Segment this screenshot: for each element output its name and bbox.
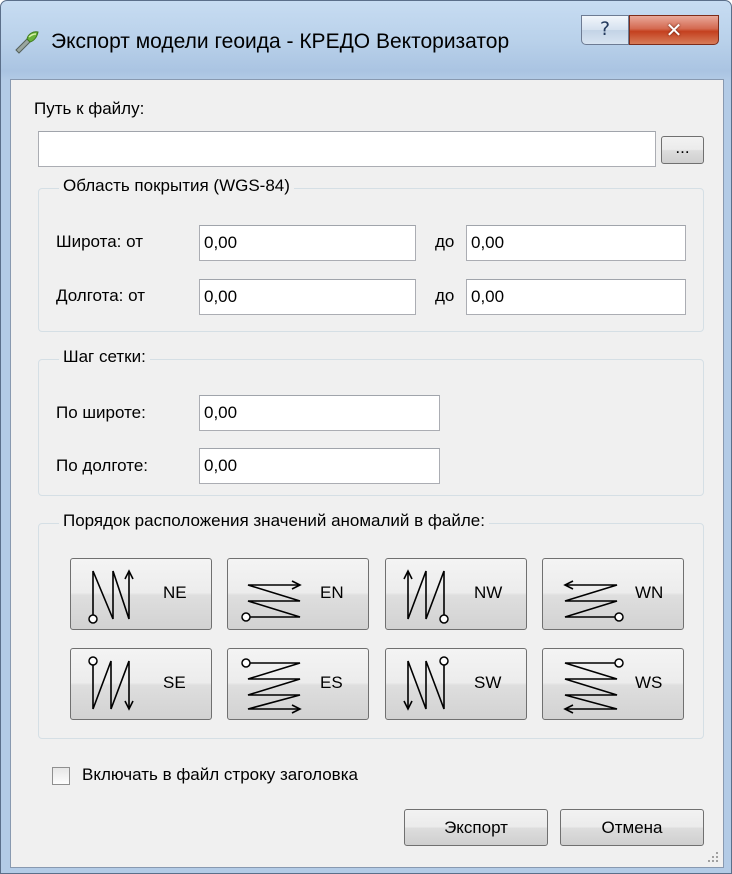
order-es-button[interactable]: ES bbox=[227, 648, 369, 720]
order-se-label: SE bbox=[163, 673, 186, 692]
order-sw-label: SW bbox=[474, 673, 502, 692]
order-en-label: EN bbox=[320, 583, 344, 602]
latitude-to-input[interactable]: 0,00 bbox=[466, 225, 686, 261]
zigzag-horizontal-start-bottom-left-icon bbox=[241, 580, 302, 622]
order-sw-button[interactable]: SW bbox=[385, 648, 527, 720]
cancel-button[interactable]: Отмена bbox=[560, 809, 704, 846]
order-en-button[interactable]: EN bbox=[227, 558, 369, 630]
order-ws-label: WS bbox=[635, 673, 663, 692]
grid-longitude-label: По долготе: bbox=[56, 456, 148, 475]
zigzag-vertical-start-top-left-icon bbox=[88, 656, 134, 711]
zigzag-vertical-start-top-right-icon bbox=[403, 656, 449, 711]
zigzag-horizontal-start-top-right-icon bbox=[563, 658, 624, 714]
close-icon: ✕ bbox=[665, 18, 683, 42]
longitude-to-label: до bbox=[435, 286, 455, 305]
order-nw-label: NW bbox=[474, 583, 503, 602]
resize-grip-icon[interactable] bbox=[705, 849, 719, 863]
grid-latitude-label: По широте: bbox=[56, 403, 146, 422]
longitude-from-input[interactable]: 0,00 bbox=[199, 279, 416, 315]
help-button[interactable]: ? bbox=[581, 15, 629, 45]
zigzag-horizontal-start-bottom-right-icon bbox=[563, 580, 624, 622]
longitude-from-label: Долгота: от bbox=[56, 286, 145, 305]
title-bar[interactable]: Экспорт модели геоида - КРЕДО Векторизат… bbox=[1, 1, 731, 79]
order-ne-label: NE bbox=[163, 583, 187, 602]
order-wn-button[interactable]: WN bbox=[542, 558, 684, 630]
grid-latitude-input[interactable]: 0,00 bbox=[199, 395, 440, 431]
dialog-client-area: Путь к файлу: ... Область покрытия (WGS-… bbox=[10, 79, 724, 868]
order-ws-button[interactable]: WS bbox=[542, 648, 684, 720]
longitude-to-input[interactable]: 0,00 bbox=[466, 279, 686, 315]
order-nw-button[interactable]: NW bbox=[385, 558, 527, 630]
close-button[interactable]: ✕ bbox=[629, 15, 719, 45]
latitude-from-label: Широта: от bbox=[56, 232, 143, 251]
export-button[interactable]: Экспорт bbox=[404, 809, 548, 846]
help-icon: ? bbox=[599, 18, 611, 40]
coverage-group-title: Область покрытия (WGS-84) bbox=[59, 176, 294, 196]
latitude-to-label: до bbox=[435, 232, 455, 251]
order-group-title: Порядок расположения значений аномалий в… bbox=[59, 511, 489, 531]
zigzag-vertical-start-bottom-left-icon bbox=[88, 569, 134, 624]
include-header-label[interactable]: Включать в файл строку заголовка bbox=[82, 765, 358, 785]
zigzag-horizontal-start-top-left-icon bbox=[241, 658, 302, 714]
zigzag-vertical-start-bottom-right-icon bbox=[403, 569, 449, 624]
order-ne-button[interactable]: NE bbox=[70, 558, 212, 630]
order-wn-label: WN bbox=[635, 583, 664, 602]
dialog-window: Экспорт модели геоида - КРЕДО Векторизат… bbox=[0, 0, 732, 874]
browse-button[interactable]: ... bbox=[661, 136, 704, 164]
file-path-label: Путь к файлу: bbox=[34, 99, 145, 118]
app-icon bbox=[15, 31, 39, 54]
grid-step-group-title: Шаг сетки: bbox=[59, 347, 150, 367]
latitude-from-input[interactable]: 0,00 bbox=[199, 225, 416, 261]
grid-longitude-input[interactable]: 0,00 bbox=[199, 448, 440, 484]
window-title: Экспорт модели геоида - КРЕДО Векторизат… bbox=[51, 30, 510, 53]
include-header-checkbox[interactable] bbox=[52, 767, 70, 785]
file-path-input[interactable] bbox=[38, 131, 656, 167]
order-es-label: ES bbox=[320, 673, 343, 692]
order-se-button[interactable]: SE bbox=[70, 648, 212, 720]
